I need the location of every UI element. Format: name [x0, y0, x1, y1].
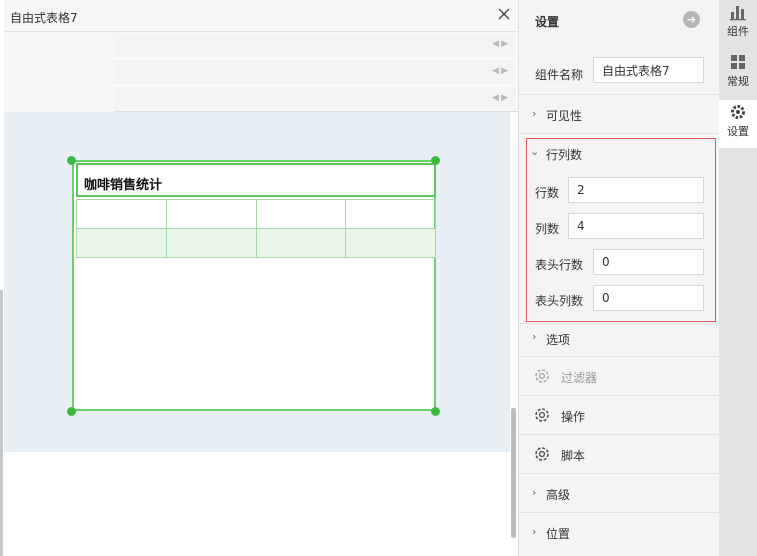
- row-slot[interactable]: ◀▶: [114, 60, 516, 84]
- table-cell[interactable]: [165, 199, 257, 229]
- tab-components-label: 组件: [727, 25, 749, 38]
- grid-icon: [731, 55, 745, 69]
- section-script[interactable]: 脚本: [519, 434, 720, 473]
- row-slots-gutter: [4, 32, 114, 112]
- section-visibility[interactable]: › 可见性: [519, 94, 720, 133]
- bar-chart-icon: [730, 6, 746, 21]
- section-script-label: 脚本: [561, 449, 586, 463]
- tab-general-label: 常规: [727, 75, 749, 88]
- tab-general[interactable]: 常规: [719, 50, 757, 98]
- editor-titlebar: 自由式表格7: [4, 0, 518, 32]
- row-slot[interactable]: ◀▶: [114, 33, 516, 57]
- editor-panel: 自由式表格7 ◀▶ ◀▶ ◀▶ 咖啡销售统计: [4, 0, 518, 556]
- section-filter-label: 过滤器: [561, 371, 598, 385]
- row-slot[interactable]: ◀▶: [114, 87, 516, 111]
- editor-title: 自由式表格7: [10, 11, 78, 25]
- component-name-input[interactable]: [593, 57, 704, 83]
- slot-arrows-icon[interactable]: ◀▶: [492, 93, 510, 103]
- highlight-frame: [526, 138, 716, 322]
- table-cell[interactable]: [165, 228, 257, 258]
- component-name-row: 组件名称: [519, 52, 720, 92]
- chevron-right-icon: ›: [532, 486, 537, 499]
- close-icon[interactable]: [496, 6, 512, 22]
- left-edge-bar: [0, 290, 3, 556]
- gear-icon: [535, 408, 549, 422]
- row-slots: ◀▶ ◀▶ ◀▶: [4, 32, 518, 112]
- settings-panel: 设置 ➜ 组件名称 › 可见性 ⌄ 行列数 行数 列数 表头行数 表头列数 › …: [518, 0, 720, 556]
- section-position-label: 位置: [546, 527, 571, 541]
- table-cell[interactable]: [76, 228, 167, 258]
- section-action[interactable]: 操作: [519, 395, 720, 434]
- settings-title: 设置: [535, 15, 560, 29]
- chevron-right-icon: ›: [532, 330, 537, 343]
- tab-components[interactable]: 组件: [719, 0, 757, 48]
- right-tab-rail: 组件 常规 设置: [719, 0, 757, 556]
- table-cell[interactable]: [255, 199, 347, 229]
- component-name-label: 组件名称: [535, 68, 584, 82]
- slot-arrows-icon[interactable]: ◀▶: [492, 39, 510, 49]
- table-cell[interactable]: [345, 199, 436, 229]
- section-visibility-label: 可见性: [546, 109, 583, 123]
- freeform-table-widget[interactable]: 咖啡销售统计: [72, 160, 436, 411]
- section-action-label: 操作: [561, 410, 586, 424]
- table-row: [76, 228, 436, 258]
- chevron-right-icon: ›: [532, 107, 537, 120]
- resize-handle-top-right[interactable]: [431, 156, 440, 165]
- table-cell[interactable]: [345, 228, 436, 258]
- section-filter[interactable]: 过滤器: [519, 356, 720, 395]
- resize-handle-bottom-right[interactable]: [431, 407, 440, 416]
- section-advanced-label: 高级: [546, 488, 571, 502]
- gear-icon: [535, 369, 549, 383]
- section-advanced[interactable]: › 高级: [519, 473, 720, 512]
- gear-icon: [535, 447, 549, 461]
- table-cell[interactable]: [255, 228, 347, 258]
- resize-handle-top-left[interactable]: [67, 156, 76, 165]
- chevron-right-icon: ›: [532, 525, 537, 538]
- tab-settings-label: 设置: [727, 125, 749, 138]
- section-options[interactable]: › 选项: [519, 323, 720, 356]
- vertical-scrollbar[interactable]: [511, 408, 516, 538]
- resize-handle-bottom-left[interactable]: [67, 407, 76, 416]
- slot-arrows-icon[interactable]: ◀▶: [492, 66, 510, 76]
- section-position[interactable]: › 位置: [519, 512, 720, 551]
- table-cell[interactable]: [76, 199, 167, 229]
- tab-settings[interactable]: 设置: [719, 100, 757, 148]
- canvas-blank-area: [4, 452, 510, 556]
- widget-title[interactable]: 咖啡销售统计: [76, 163, 436, 197]
- table-row: [76, 199, 436, 229]
- table-grid[interactable]: [76, 199, 436, 258]
- settings-header: 设置 ➜: [519, 0, 720, 40]
- gear-icon: [731, 105, 745, 119]
- section-options-label: 选项: [546, 333, 571, 347]
- arrow-right-circle-icon[interactable]: ➜: [683, 11, 700, 28]
